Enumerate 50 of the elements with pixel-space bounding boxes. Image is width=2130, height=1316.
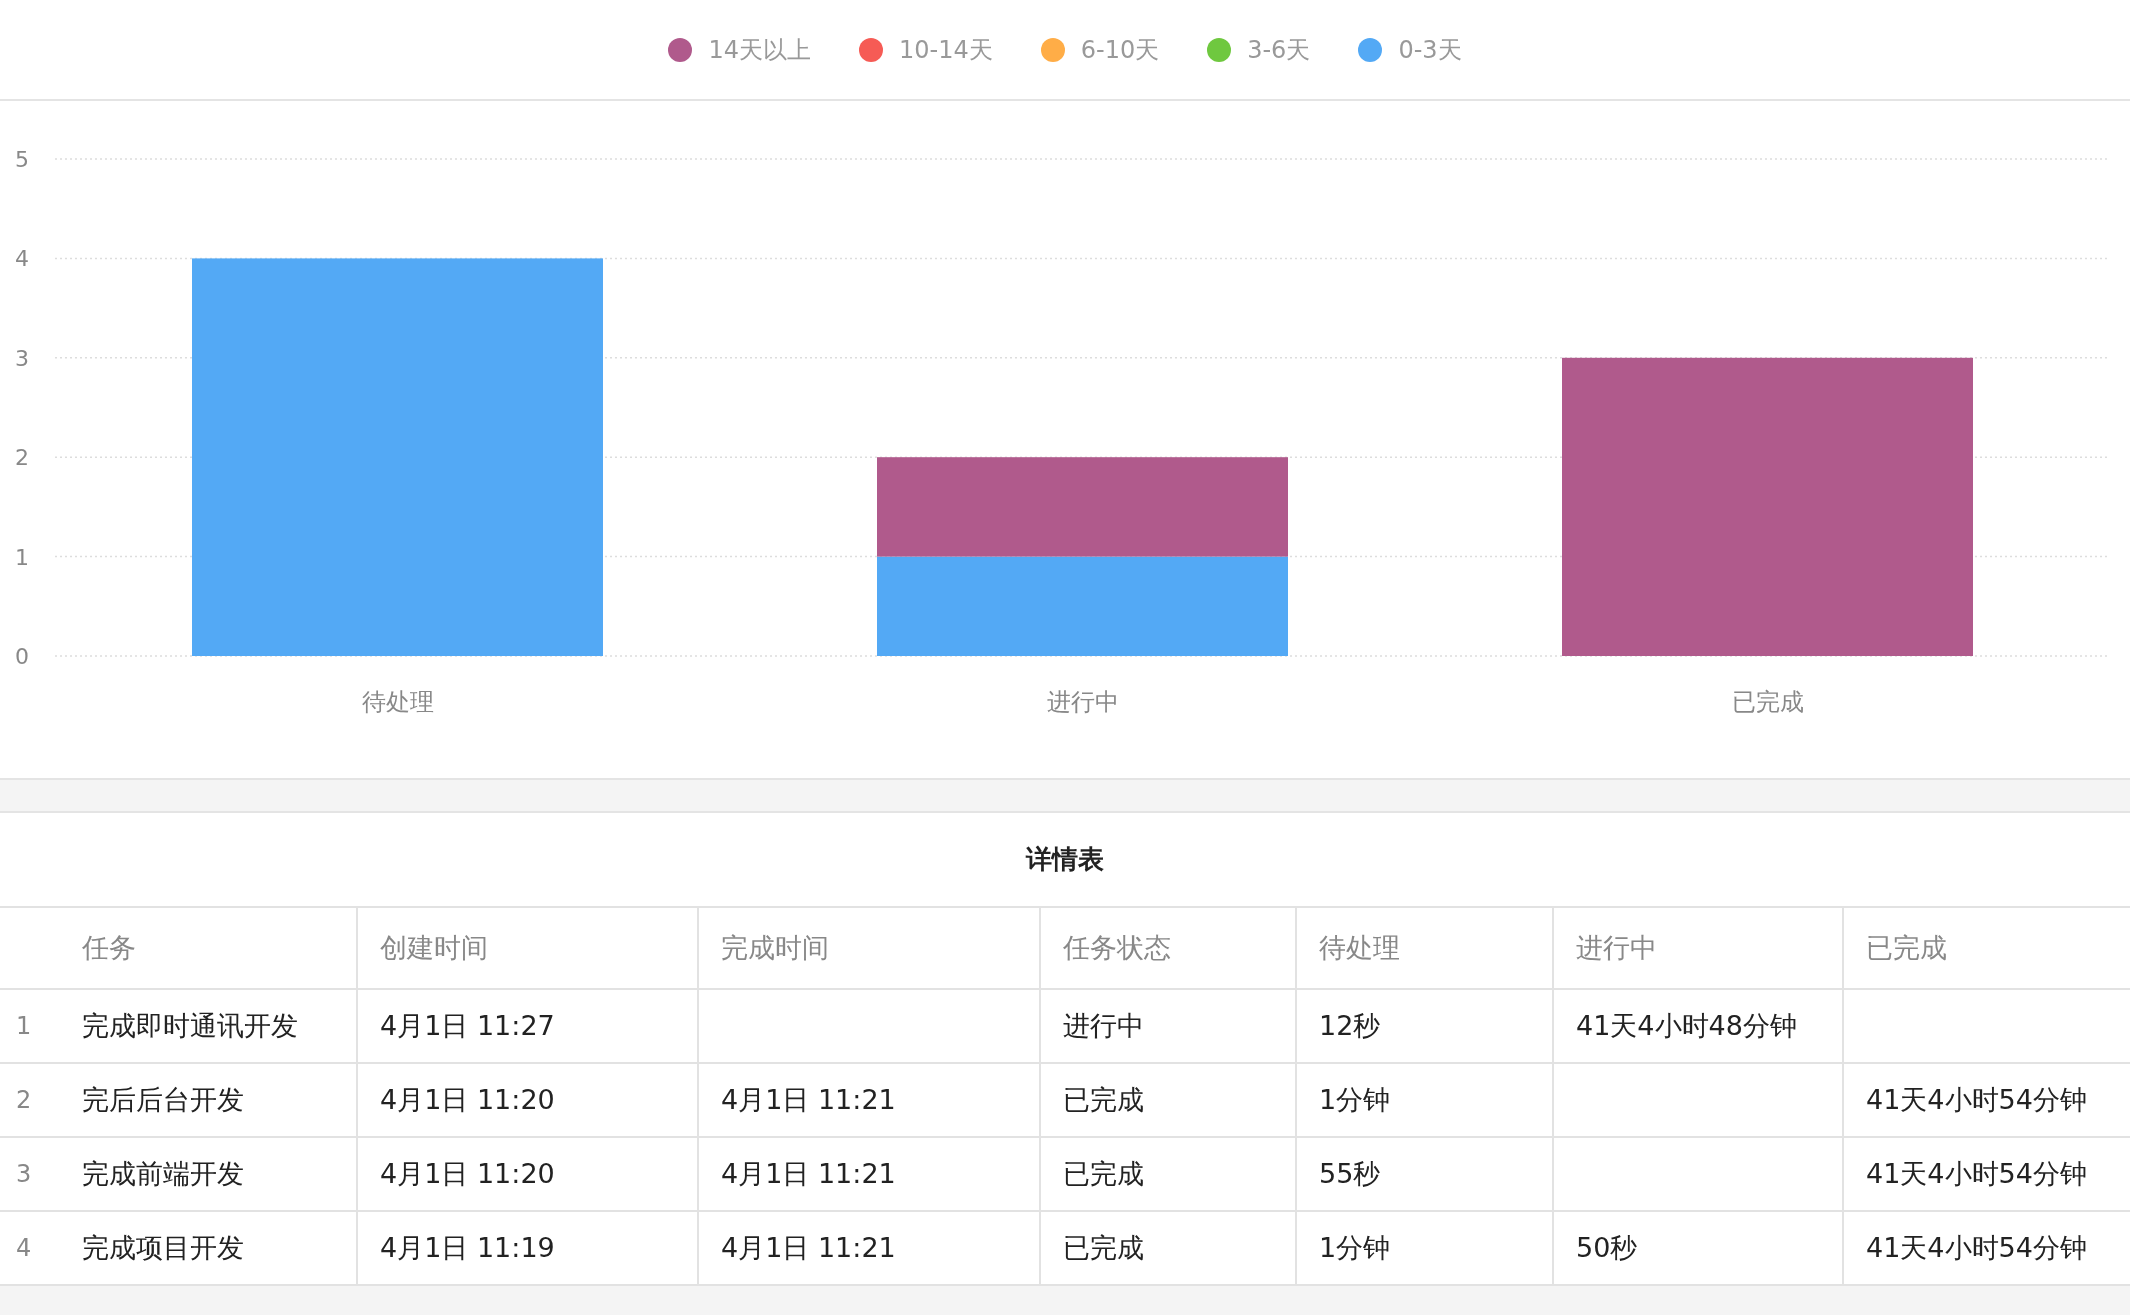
- table-cell: 12秒: [1319, 1009, 1381, 1041]
- legend-label[interactable]: 6-10天: [1080, 31, 1160, 68]
- y-axis-label: 3: [15, 345, 29, 371]
- column-header: 任务状态: [1063, 931, 1171, 963]
- x-axis-label: 已完成: [1731, 688, 1804, 716]
- table-cell: 50秒: [1576, 1231, 1638, 1263]
- legend-label[interactable]: 10-14天: [898, 31, 993, 68]
- row-number: 3: [16, 1159, 32, 1190]
- table-cell: 完后后台开发: [82, 1083, 244, 1115]
- table-cell: 1分钟: [1319, 1231, 1391, 1263]
- legend-label[interactable]: 0-3天: [1398, 31, 1462, 68]
- column-header: 进行中: [1576, 931, 1657, 963]
- table-cell: 4月1日 11:19: [380, 1231, 555, 1263]
- table-cell: 4月1日 11:20: [380, 1083, 555, 1115]
- legend-label[interactable]: 3-6天: [1247, 31, 1311, 68]
- table-title: 详情表: [1026, 843, 1104, 876]
- y-axis-label: 4: [15, 246, 29, 272]
- table-cell: 完成前端开发: [82, 1157, 244, 1189]
- table-cell: 4月1日 11:21: [721, 1231, 896, 1263]
- table-cell: 已完成: [1063, 1083, 1144, 1115]
- table-cell: 41天4小时54分钟: [1866, 1157, 2087, 1189]
- column-header: 创建时间: [380, 931, 488, 963]
- table-cell: 41天4小时54分钟: [1866, 1231, 2087, 1263]
- column-header: 完成时间: [721, 931, 829, 963]
- table-cell: 55秒: [1319, 1157, 1381, 1189]
- table-cell: 4月1日 11:21: [721, 1083, 896, 1115]
- row-number: 1: [16, 1011, 32, 1042]
- y-axis-label: 1: [15, 544, 29, 570]
- table-cell: 4月1日 11:27: [380, 1009, 555, 1041]
- table-cell: 4月1日 11:20: [380, 1157, 555, 1189]
- column-header: 任务: [82, 931, 136, 963]
- table-cell: 完成项目开发: [82, 1231, 244, 1263]
- y-axis-label: 5: [15, 147, 29, 172]
- column-header: 已完成: [1866, 931, 1947, 963]
- table-cell: 41天4小时54分钟: [1866, 1083, 2087, 1115]
- x-axis-label: 待处理: [361, 688, 434, 716]
- table-cell: 已完成: [1063, 1157, 1144, 1189]
- table-cell: 41天4小时48分钟: [1576, 1009, 1797, 1041]
- table-cell: 进行中: [1063, 1009, 1144, 1041]
- y-axis-label: 2: [15, 445, 29, 471]
- table-cell: 已完成: [1063, 1231, 1144, 1263]
- x-axis-label: 进行中: [1046, 688, 1119, 716]
- row-number: 2: [16, 1085, 32, 1116]
- legend-label[interactable]: 14天以上: [708, 31, 811, 68]
- row-number: 4: [16, 1233, 32, 1264]
- table-cell: 1分钟: [1319, 1083, 1391, 1115]
- table-cell: 4月1日 11:21: [721, 1157, 896, 1189]
- y-axis-label: 0: [15, 644, 29, 669]
- table-cell: 完成即时通讯开发: [82, 1009, 298, 1041]
- column-header: 待处理: [1319, 931, 1400, 963]
